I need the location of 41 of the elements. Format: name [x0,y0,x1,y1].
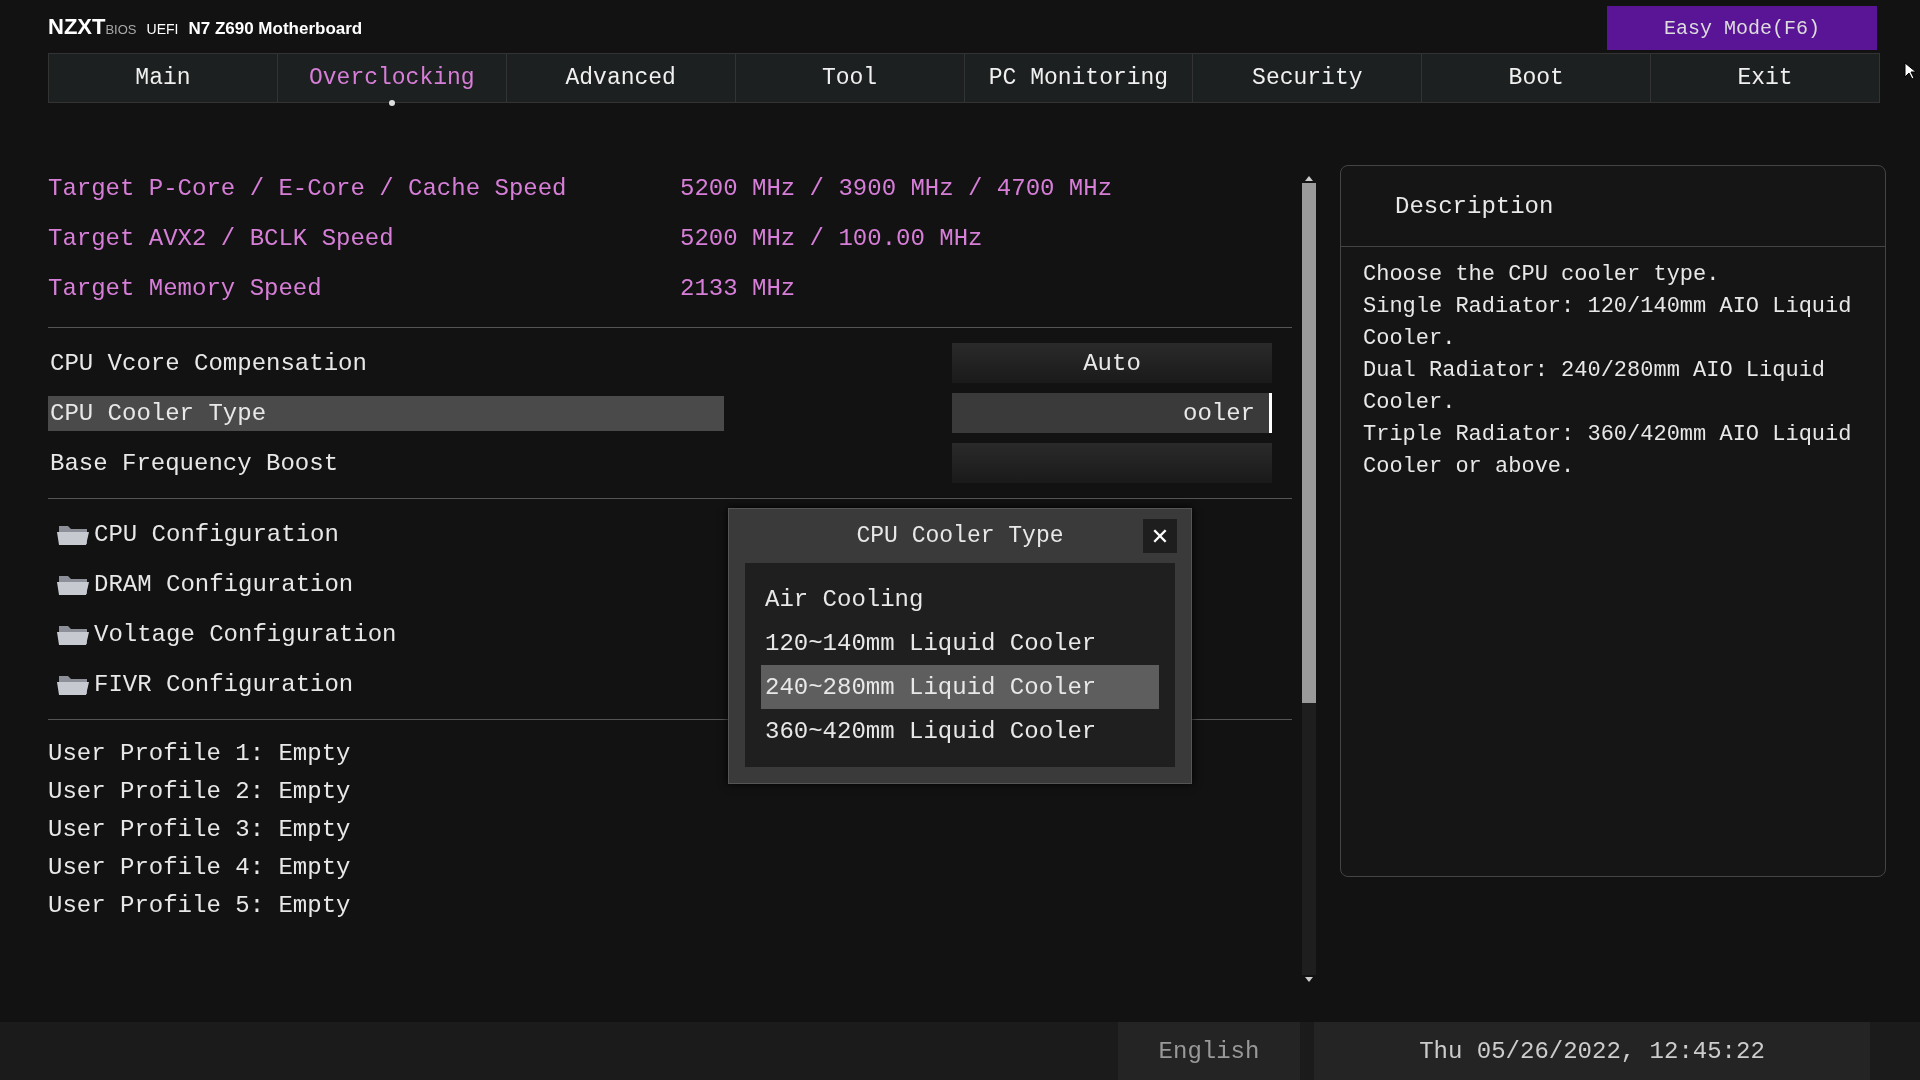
scroll-up-icon[interactable] [1304,175,1314,181]
easy-mode-button[interactable]: Easy Mode(F6) [1607,6,1877,50]
setting-value[interactable]: ooler [952,393,1272,433]
scroll-thumb[interactable] [1302,183,1316,703]
brand-logo: NZXT [48,14,106,40]
target-label: Target Memory Speed [48,274,323,302]
target-value: 5200 MHz / 100.00 MHz [680,224,983,252]
target-label: Target AVX2 / BCLK Speed [48,224,395,252]
description-text: Choose the CPU cooler type. [1363,261,1721,289]
user-profile[interactable]: User Profile 3: Empty [48,810,1292,848]
description-text: Triple Radiator: 360/420mm AIO Liquid Cooler or above. [1363,421,1853,481]
submenu-item[interactable]: FIVR Configuration [94,670,354,698]
setting-value[interactable]: Auto [952,343,1272,383]
setting-label[interactable]: Base Frequency Boost [48,445,724,481]
option-item[interactable]: 120~140mm Liquid Cooler [761,621,1159,665]
popup-title: CPU Cooler Type [856,523,1064,549]
target-value: 2133 MHz [680,274,796,302]
user-profile[interactable]: User Profile 5: Empty [48,886,1292,924]
setting-label[interactable]: CPU Cooler Type [48,395,724,431]
user-profile[interactable]: User Profile 2: Empty [48,772,1292,810]
option-item[interactable]: 240~280mm Liquid Cooler [761,665,1159,709]
option-item[interactable]: Air Cooling [761,577,1159,621]
user-profile[interactable]: User Profile 4: Empty [48,848,1292,886]
date-time: Thu 05/26/2022, 12:45:22 [1314,1022,1870,1080]
scroll-down-icon[interactable] [1304,977,1314,983]
board-name: N7 Z690 Motherboard [188,19,363,39]
close-button[interactable]: ✕ [1143,519,1177,553]
description-title: Description [1395,192,1554,220]
description-text: Single Radiator: 120/140mm AIO Liquid Cooler. [1363,293,1853,353]
target-value: 5200 MHz / 3900 MHz / 4700 MHz [680,174,1113,202]
submenu-item[interactable]: DRAM Configuration [94,570,354,598]
mouse-pointer-icon [1904,62,1916,80]
bios-label: BIOS [105,22,137,37]
submenu-item[interactable]: Voltage Configuration [94,620,397,648]
target-label: Target P-Core / E-Core / Cache Speed [48,174,568,202]
description-text: Dual Radiator: 240/280mm AIO Liquid Cooler. [1363,357,1827,417]
uefi-label: UEFI [146,21,179,37]
submenu-item[interactable]: CPU Configuration [94,520,339,548]
option-item[interactable]: 360~420mm Liquid Cooler [761,709,1159,753]
setting-label[interactable]: CPU Vcore Compensation [48,345,724,381]
language-selector[interactable]: English [1118,1022,1300,1080]
